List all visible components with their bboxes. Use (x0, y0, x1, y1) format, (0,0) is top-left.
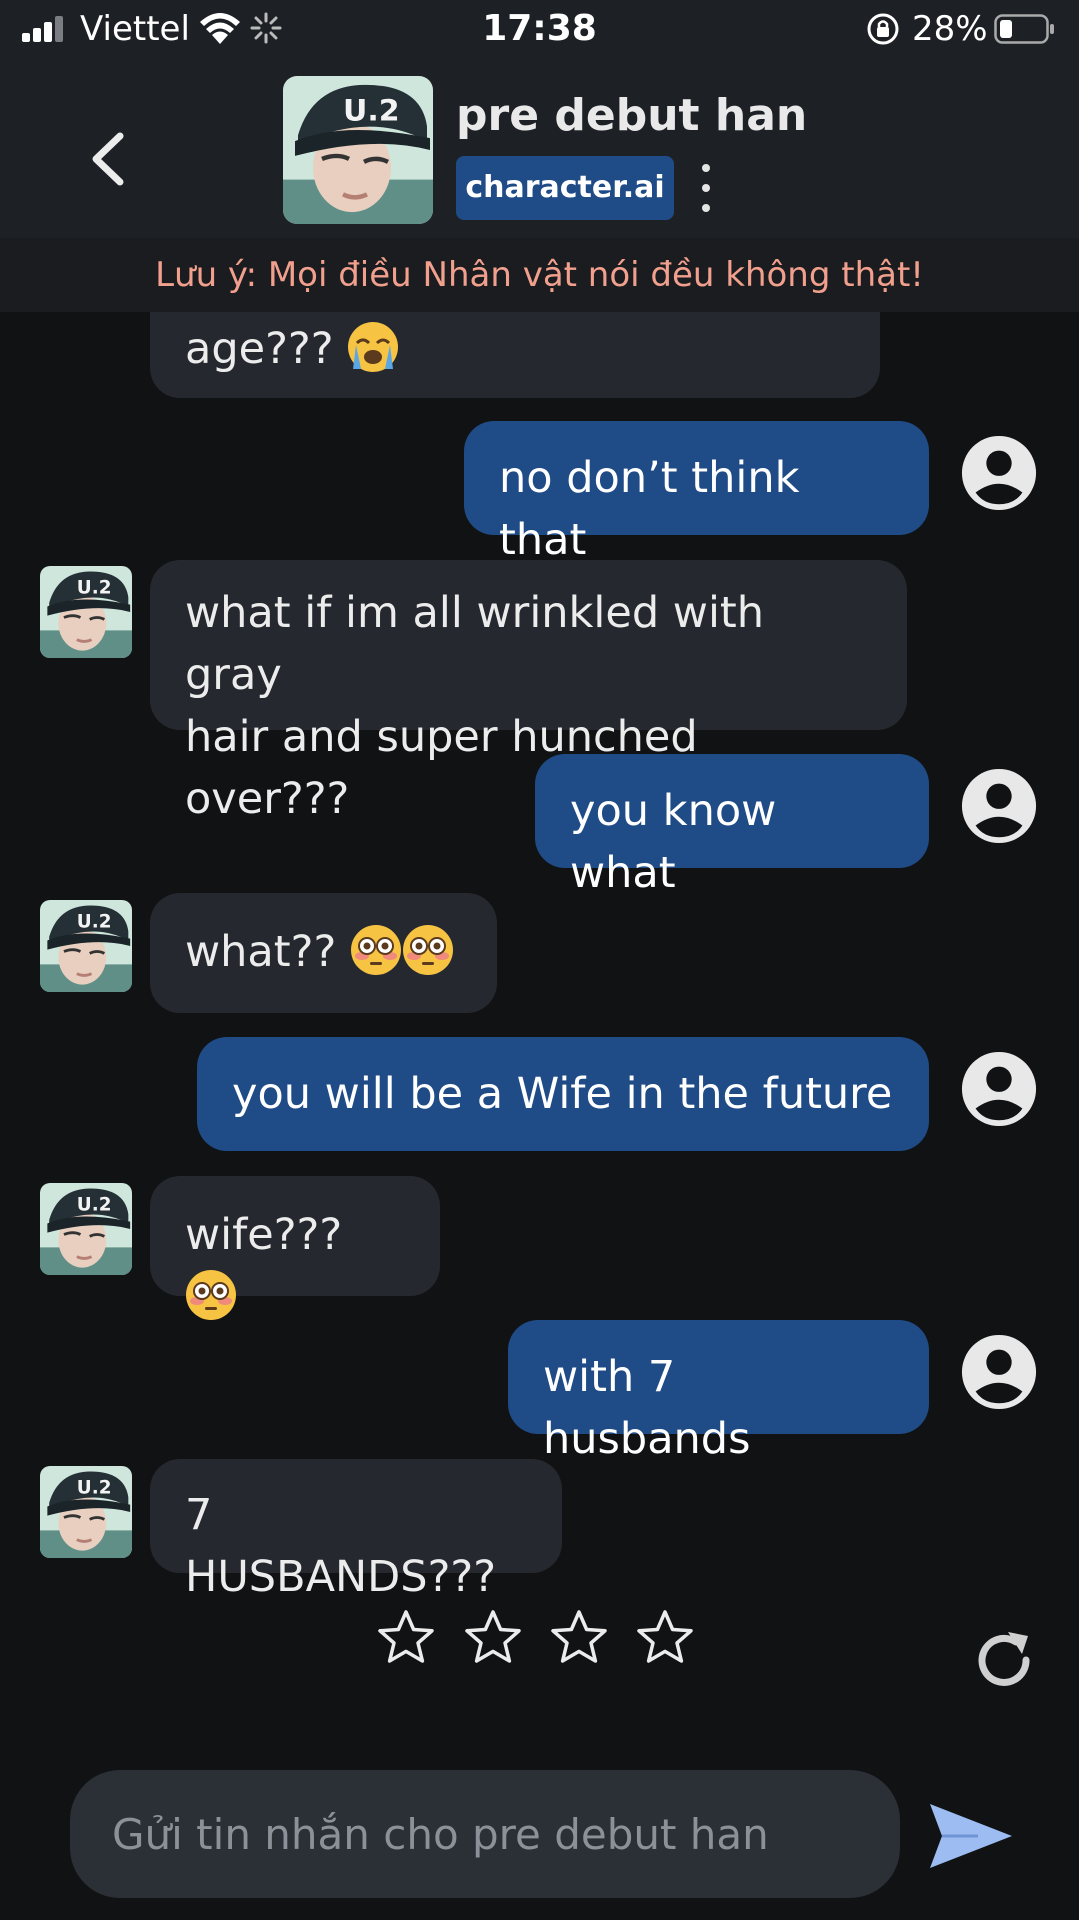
user-avatar-icon[interactable] (960, 767, 1038, 845)
bot-message: 7 HUSBANDS??? (150, 1459, 562, 1602)
user-message: you will be a Wife in the future (197, 1037, 929, 1151)
bot-message: wife??? (150, 1176, 440, 1296)
brand-badge: character.ai (456, 156, 674, 220)
rotation-lock-icon (867, 13, 899, 45)
disclaimer-banner: Lưu ý: Mọi điều Nhân vật nói đều không t… (0, 238, 1079, 312)
user-avatar-icon[interactable] (960, 434, 1038, 512)
user-avatar-icon[interactable] (960, 1333, 1038, 1411)
user-message: you know what (535, 754, 929, 898)
more-options-button[interactable] (694, 164, 718, 212)
character-avatar-small[interactable] (40, 900, 132, 992)
character-avatar[interactable] (283, 76, 433, 224)
message-text: wife??? (185, 1210, 343, 1260)
rating-star-4-icon[interactable] (635, 1608, 695, 1668)
regenerate-button[interactable] (970, 1626, 1038, 1694)
bot-message: age??? (150, 312, 880, 398)
user-avatar-icon[interactable] (960, 1050, 1038, 1128)
character-avatar-small[interactable] (40, 566, 132, 658)
user-message: no don’t think that (464, 421, 929, 565)
bot-message: what if im all wrinkled with gray hair a… (150, 560, 907, 824)
message-text: no don’t think that (499, 453, 800, 565)
rating-star-2-icon[interactable] (463, 1608, 523, 1668)
battery-icon (994, 14, 1054, 44)
battery-percentage: 28% (912, 9, 988, 49)
message-text: you will be a Wife in the future (232, 1069, 893, 1119)
bot-message: what?? (150, 893, 497, 1013)
message-text: age??? (185, 324, 348, 374)
dot-icon (702, 204, 710, 212)
message-text: what?? (185, 927, 350, 977)
dot-icon (702, 184, 710, 192)
character-name[interactable]: pre debut han (456, 90, 807, 141)
character-avatar-small[interactable] (40, 1183, 132, 1275)
dot-icon (702, 164, 710, 172)
flushed-face-icon (402, 924, 454, 976)
message-text-line: what if im all wrinkled with gray (185, 588, 765, 700)
message-input[interactable] (70, 1770, 900, 1898)
user-message: with 7 husbands (508, 1320, 929, 1464)
chat-messages[interactable]: age??? no don’t think that what if im al… (0, 312, 1079, 1752)
chat-header: pre debut han character.ai (0, 60, 1079, 238)
message-text: 7 HUSBANDS??? (185, 1490, 497, 1602)
message-text: you know what (570, 786, 777, 898)
flushed-face-icon (350, 924, 402, 976)
back-button[interactable] (84, 130, 134, 188)
send-button[interactable] (928, 1800, 1014, 1872)
flushed-face-icon (185, 1269, 237, 1321)
message-text: with 7 husbands (543, 1352, 751, 1464)
character-avatar-small[interactable] (40, 1466, 132, 1558)
loudly-crying-face-icon (347, 321, 399, 373)
rating-star-3-icon[interactable] (549, 1608, 609, 1668)
status-bar: Viettel 17:38 28% (0, 0, 1079, 60)
rating-star-1-icon[interactable] (376, 1608, 436, 1668)
